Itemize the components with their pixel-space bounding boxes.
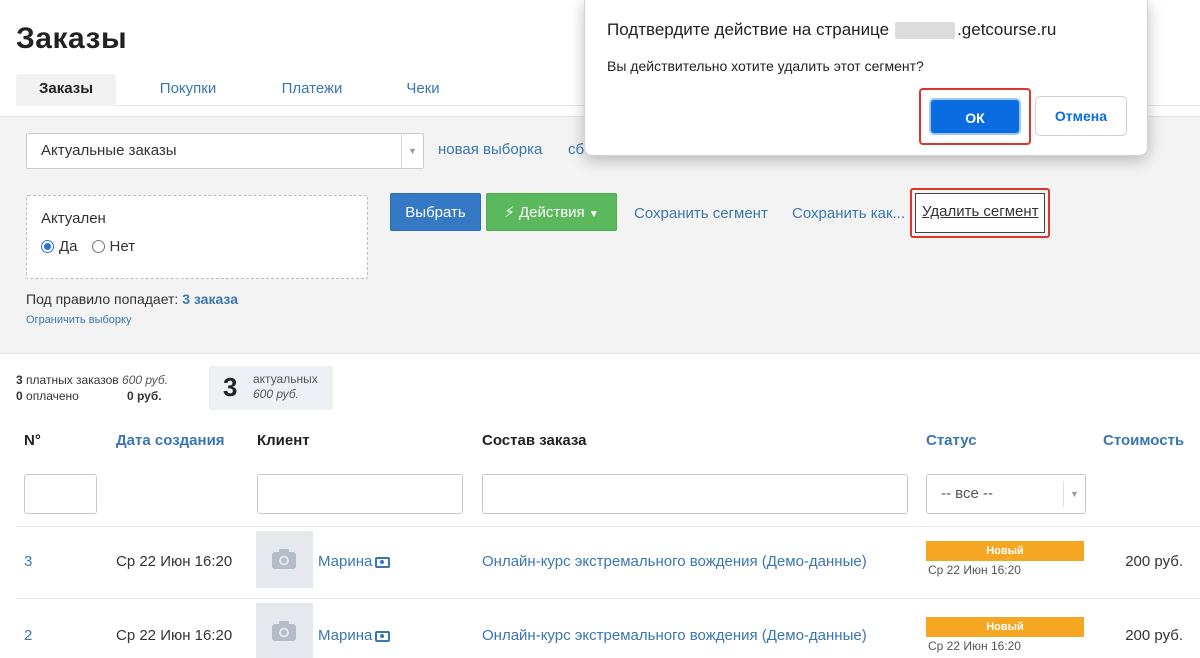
dialog-title-domain: .getcourse.ru (957, 20, 1057, 39)
camera-icon (272, 549, 296, 569)
radio-yes[interactable] (41, 240, 54, 253)
avatar[interactable] (256, 531, 313, 588)
col-header-created[interactable]: Дата создания (116, 432, 225, 449)
segment-select-value: Актуальные заказы (41, 142, 177, 159)
actual-sum: 600 руб. (253, 387, 299, 401)
col-header-client: Клиент (257, 432, 310, 449)
chevron-down-icon: ▼ (1063, 481, 1085, 507)
status-filter-value: -- все -- (941, 485, 993, 502)
radio-yes-label[interactable]: Да (59, 238, 78, 255)
dialog-message: Вы действительно хотите удалить этот сег… (607, 58, 924, 74)
status-filter-select[interactable]: -- все -- ▼ (926, 474, 1086, 514)
caret-down-icon: ▼ (588, 209, 599, 220)
chevron-down-icon: ▼ (401, 134, 423, 168)
segment-select[interactable]: Актуальные заказы ▼ (26, 133, 424, 169)
tab-purchases[interactable]: Покупки (140, 74, 236, 106)
ok-button[interactable]: ОК (929, 98, 1021, 135)
paid-done-count: 0 (16, 389, 23, 403)
paid-label: платных заказов (26, 373, 119, 387)
client-link[interactable]: Марина (318, 627, 391, 644)
confirm-dialog: Подтвердите действие на странице .getcou… (584, 0, 1148, 156)
select-button[interactable]: Выбрать (390, 193, 481, 231)
dialog-title-prefix: Подтвердите действие на странице (607, 20, 890, 39)
col-header-status[interactable]: Статус (926, 432, 977, 449)
content-filter-input[interactable] (482, 474, 908, 514)
order-date: Ср 22 Июн 16:20 (116, 553, 233, 570)
paid-sum: 600 руб. (122, 373, 168, 387)
actual-stat-box[interactable]: 3 актуальных 600 руб. (209, 366, 333, 410)
page-title: Заказы (16, 22, 128, 55)
reset-link[interactable]: сб (568, 141, 584, 158)
rule-text: Под правило попадает: 3 заказа (26, 291, 238, 307)
order-date: Ср 22 Июн 16:20 (116, 627, 233, 644)
limit-selection-link[interactable]: Ограничить выборку (26, 314, 131, 326)
client-name: Марина (318, 627, 373, 644)
order-number-link[interactable]: 2 (24, 627, 32, 644)
order-content-link[interactable]: Онлайн-курс экстремального вождения (Дем… (482, 553, 867, 570)
tab-payments[interactable]: Платежи (262, 74, 362, 106)
radio-no-label[interactable]: Нет (110, 238, 136, 255)
actions-button-label: Действия (518, 204, 585, 221)
avatar[interactable] (256, 603, 313, 658)
condition-title: Актуален (41, 210, 106, 227)
status-date: Ср 22 Июн 16:20 (928, 639, 1021, 653)
tab-receipts[interactable]: Чеки (388, 74, 458, 106)
delete-segment-highlight: Удалить сегмент (910, 188, 1050, 238)
paid-count: 3 (16, 373, 23, 387)
condition-box: Актуален Да Нет (26, 195, 368, 279)
save-as-link[interactable]: Сохранить как... (792, 205, 905, 222)
rule-count-link[interactable]: 3 заказа (182, 291, 238, 307)
status-badge: Новый (926, 541, 1084, 561)
ok-button-highlight: ОК (919, 88, 1031, 145)
radio-no[interactable] (91, 240, 105, 253)
num-filter-input[interactable] (24, 474, 97, 514)
money-icon (375, 556, 391, 568)
actions-button[interactable]: ⚡ Действия ▼ (486, 193, 617, 231)
money-icon (375, 630, 391, 642)
stats-summary: 3 платных заказов 600 руб. 0 оплачено 0 … (16, 372, 186, 404)
redacted-subdomain (895, 21, 956, 39)
client-link[interactable]: Марина (318, 553, 391, 570)
col-header-num: N° (24, 432, 41, 449)
paid-done-label: оплачено (26, 389, 79, 403)
delete-segment-link[interactable]: Удалить сегмент (915, 193, 1045, 233)
camera-icon (272, 621, 296, 641)
table-row[interactable]: 3 Ср 22 Июн 16:20 Марина Онлайн-курс экс… (16, 526, 1200, 598)
order-cost: 200 руб. (1125, 553, 1183, 570)
radio-group-actual: Да Нет (41, 238, 135, 255)
paid-done-sum: 0 руб. (127, 389, 162, 403)
order-content-link[interactable]: Онлайн-курс экстремального вождения (Дем… (482, 627, 867, 644)
tab-orders[interactable]: Заказы (16, 74, 116, 106)
order-cost: 200 руб. (1125, 627, 1183, 644)
table-row[interactable]: 2 Ср 22 Июн 16:20 Марина Онлайн-курс экс… (16, 598, 1200, 658)
status-badge: Новый (926, 617, 1084, 637)
actual-label: актуальных (253, 372, 318, 386)
client-name: Марина (318, 553, 373, 570)
status-date: Ср 22 Июн 16:20 (928, 563, 1021, 577)
lightning-icon: ⚡ (504, 204, 515, 221)
col-header-cost[interactable]: Стоимость (1103, 432, 1184, 449)
actual-count: 3 (223, 372, 238, 402)
cancel-button[interactable]: Отмена (1035, 96, 1127, 136)
dialog-title: Подтвердите действие на странице .getcou… (607, 20, 1056, 40)
col-header-content: Состав заказа (482, 432, 587, 449)
save-segment-link[interactable]: Сохранить сегмент (634, 205, 768, 222)
rule-prefix: Под правило попадает: (26, 291, 179, 307)
client-filter-input[interactable] (257, 474, 463, 514)
new-selection-link[interactable]: новая выборка (438, 141, 542, 158)
order-number-link[interactable]: 3 (24, 553, 32, 570)
